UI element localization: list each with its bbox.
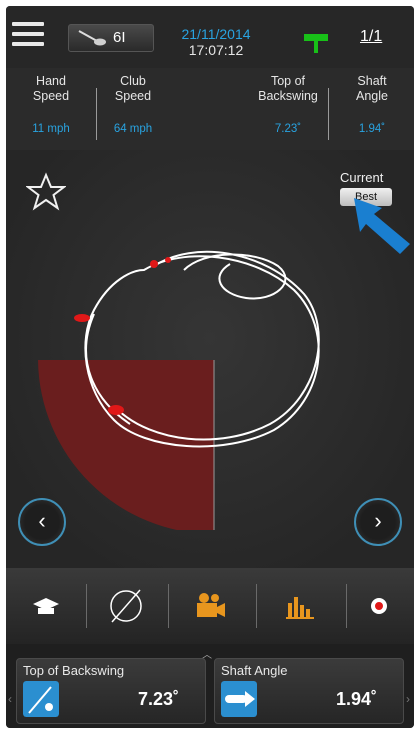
stat-top-of-backswing: Top of Backswing 7.23˚ — [250, 74, 326, 137]
next-swing-button[interactable]: › — [354, 498, 402, 546]
app-screen: 6I 21/11/2014 17:07:12 1/1 Hand Speed 11… — [6, 6, 414, 728]
hand-speed-value: 11 mph — [32, 123, 70, 135]
backswing-angle-icon — [23, 681, 59, 717]
flag-icon[interactable] — [302, 32, 330, 54]
metric-value: 7.23˚ — [137, 689, 179, 709]
metric-card-shaft-angle[interactable]: Shaft Angle 1.94˚ — [214, 658, 404, 724]
pointer-arrow-icon — [354, 198, 410, 254]
impact-zone — [38, 360, 214, 530]
swing-view-panel: Current Best ‹ › — [6, 150, 414, 568]
video-camera-icon — [197, 593, 225, 617]
impact-marker — [108, 405, 124, 415]
shaft-angle-value: 1.94˚ — [358, 123, 386, 135]
toolbar-item-record[interactable] — [344, 568, 414, 644]
metric-label: Shaft Angle — [221, 663, 288, 678]
shaft-angle-icon — [221, 681, 257, 717]
star-icon[interactable] — [26, 172, 66, 212]
toolbar-divider — [168, 584, 169, 628]
page-indicator[interactable]: 1/1 — [360, 28, 382, 46]
chevron-right-icon[interactable]: › — [406, 692, 410, 706]
bar-chart-icon — [286, 597, 314, 619]
session-date: 21/11/2014 — [181, 26, 251, 42]
menu-icon[interactable] — [12, 22, 44, 50]
stats-row: Hand Speed 11 mph Club Speed 64 mph Top … — [6, 68, 414, 150]
club-label: 6I — [113, 29, 126, 46]
club-selector[interactable]: 6I — [68, 24, 154, 52]
toolbar-item-video[interactable] — [170, 568, 250, 644]
stat-divider — [328, 88, 329, 140]
impact-marker — [165, 257, 171, 263]
session-time: 17:07:12 — [188, 42, 244, 58]
toolbar-item-lessons[interactable] — [6, 568, 86, 644]
metric-card-top-of-backswing[interactable]: Top of Backswing 7.23˚ — [16, 658, 206, 724]
toolbar-divider — [256, 584, 257, 628]
swing-path-plot — [38, 250, 320, 530]
golf-club-icon — [78, 30, 106, 46]
club-speed-value: 64 mph — [113, 123, 153, 135]
stat-shaft-angle: Shaft Angle 1.94˚ — [340, 74, 404, 137]
impact-marker — [150, 260, 158, 268]
stat-club-speed: Club Speed 64 mph — [102, 74, 164, 137]
graduation-cap-icon — [33, 598, 59, 614]
chevron-left-icon[interactable]: ‹ — [8, 692, 12, 706]
stat-divider — [96, 88, 97, 140]
toolbar-item-swing-path[interactable] — [86, 568, 166, 644]
metrics-bar: ︿ ‹ Top of Backswing 7.23˚ Shaft Angle 1… — [6, 644, 414, 728]
record-icon — [371, 598, 387, 614]
stat-hand-speed: Hand Speed 11 mph — [20, 74, 82, 137]
swing-path-icon — [110, 589, 142, 623]
impact-marker — [74, 314, 90, 322]
top-of-backswing-value: 7.23˚ — [274, 123, 302, 135]
top-bar: 6I 21/11/2014 17:07:12 1/1 — [6, 6, 414, 68]
view-toolbar — [6, 568, 414, 644]
current-label: Current — [340, 170, 384, 185]
prev-swing-button[interactable]: ‹ — [18, 498, 66, 546]
toolbar-item-stats[interactable] — [260, 568, 340, 644]
metric-label: Top of Backswing — [23, 663, 125, 678]
metric-value: 1.94˚ — [335, 689, 377, 709]
